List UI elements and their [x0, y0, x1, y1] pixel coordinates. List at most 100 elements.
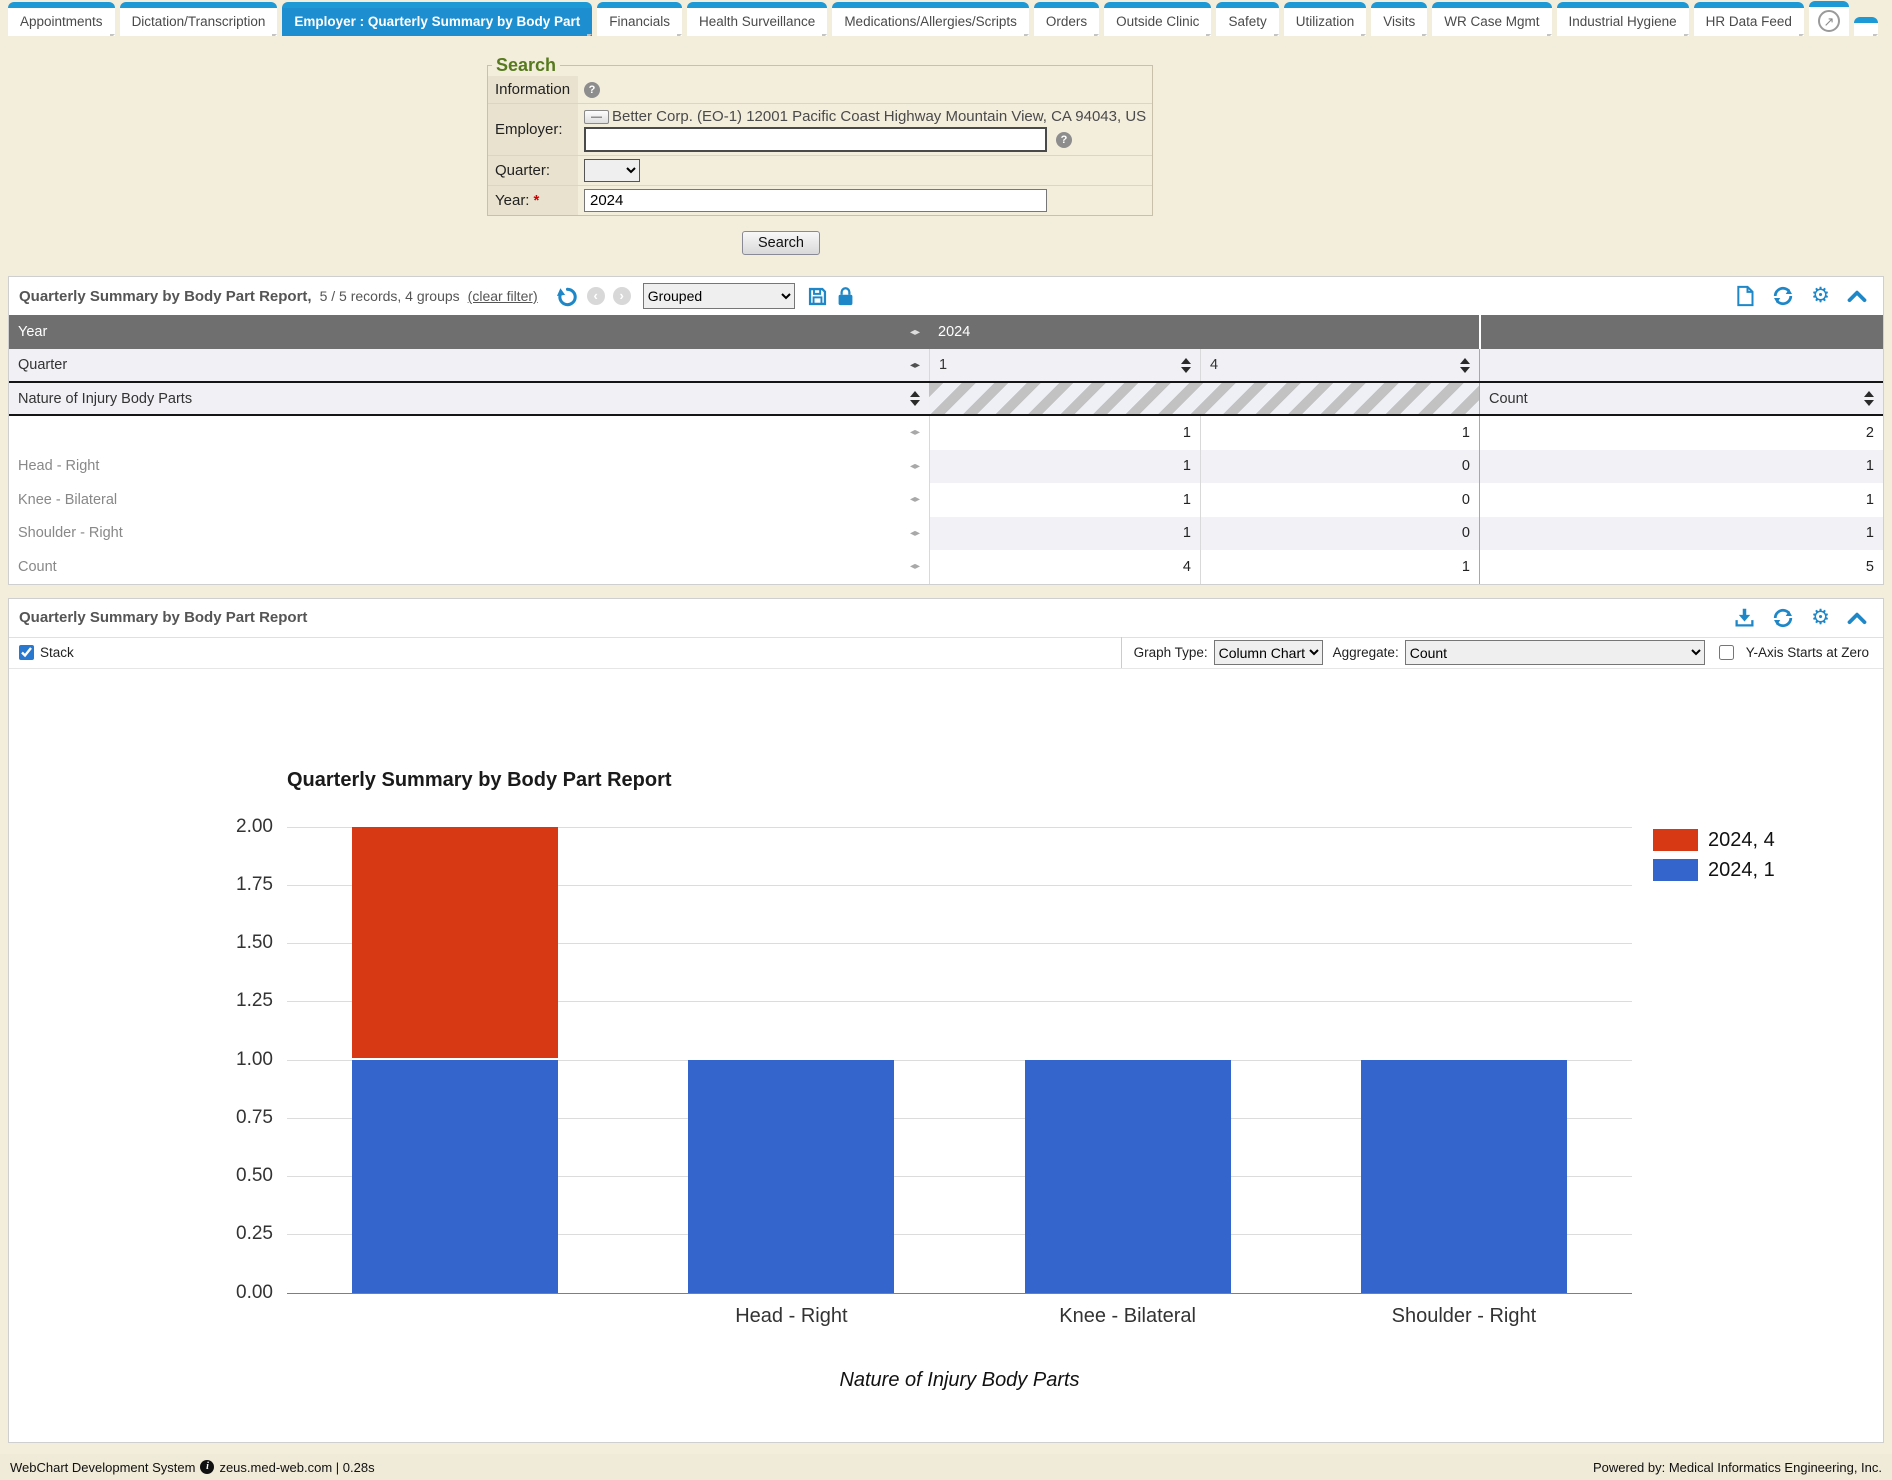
graph-type-select[interactable]: Column Chart — [1214, 640, 1323, 665]
y-tick-label: 1.25 — [197, 990, 273, 1012]
y-tick-label: 0.75 — [197, 1107, 273, 1129]
employer-search-input[interactable] — [584, 127, 1047, 152]
graph-options-group: Graph Type: Column Chart Aggregate: Coun… — [1121, 637, 1873, 668]
bodyparts-header-cell[interactable]: Nature of Injury Body Parts — [9, 383, 929, 414]
cell-quarter-1: 4 — [929, 550, 1200, 584]
move-columns-icon[interactable]: ◂▸ — [910, 561, 920, 572]
tab-bar: AppointmentsDictation/TranscriptionEmplo… — [0, 0, 1892, 36]
aggregate-select[interactable]: Count — [1405, 640, 1705, 665]
new-document-icon[interactable] — [1735, 285, 1755, 307]
settings-gear-icon[interactable]: ⚙ — [1811, 286, 1830, 306]
search-section: Search Information ? Employer: — Better … — [487, 55, 1075, 255]
row-label: Count — [18, 559, 57, 575]
year-value-cell: 2024 — [929, 315, 1479, 349]
quarter-1-header[interactable]: 1 — [929, 349, 1200, 381]
chart-title: Quarterly Summary by Body Part Report — [287, 769, 672, 792]
undo-icon[interactable] — [556, 285, 579, 308]
tab-overflow-button[interactable]: ↗ — [1809, 1, 1849, 36]
settings-gear-icon[interactable]: ⚙ — [1811, 608, 1830, 628]
employer-collapse-button[interactable]: — — [584, 110, 609, 124]
cell-quarter-1: 1 — [929, 450, 1200, 484]
tab-utilization[interactable]: Utilization — [1284, 2, 1367, 36]
refresh-icon[interactable] — [1772, 607, 1794, 629]
cell-quarter-1: 1 — [929, 517, 1200, 551]
move-columns-icon[interactable]: ◂▸ — [910, 528, 920, 539]
bar-segment-2024-1 — [1361, 1060, 1567, 1293]
table-row: Count◂▸415 — [9, 550, 1883, 584]
quarter-header-label: Quarter — [18, 357, 67, 373]
tab-employer-quarterly-summary-by-body-part[interactable]: Employer : Quarterly Summary by Body Par… — [282, 2, 592, 36]
move-columns-icon[interactable]: ◂▸ — [910, 427, 920, 438]
tab-industrial-hygiene[interactable]: Industrial Hygiene — [1557, 2, 1689, 36]
tab-outside-clinic[interactable]: Outside Clinic — [1104, 2, 1211, 36]
graph-type-label: Graph Type: — [1134, 645, 1208, 660]
sort-icon[interactable] — [1460, 358, 1470, 373]
aggregate-label: Aggregate: — [1333, 645, 1399, 660]
grid-bodyparts-row: Nature of Injury Body Parts Count — [9, 383, 1883, 416]
lock-icon[interactable] — [836, 286, 855, 307]
quarter-select[interactable] — [584, 159, 640, 182]
collapse-panel-icon[interactable] — [1847, 611, 1867, 625]
y-tick-label: 1.50 — [197, 932, 273, 954]
information-label: Information — [488, 76, 578, 103]
help-icon[interactable]: ? — [584, 82, 600, 98]
status-bar: WebChart Development System i zeus.med-w… — [0, 1454, 1892, 1480]
year-input[interactable] — [584, 189, 1047, 212]
legend-item[interactable]: 2024, 1 — [1653, 859, 1775, 882]
tab-financials[interactable]: Financials — [597, 2, 682, 36]
sort-icon[interactable] — [1864, 391, 1874, 406]
stack-checkbox[interactable] — [19, 645, 34, 660]
tab-hr-data-feed[interactable]: HR Data Feed — [1694, 2, 1804, 36]
sort-icon[interactable] — [910, 391, 920, 406]
row-label: Head - Right — [18, 458, 99, 474]
tab-wr-case-mgmt[interactable]: WR Case Mgmt — [1432, 2, 1551, 36]
chart-area: Quarterly Summary by Body Part Report 2.… — [9, 669, 1883, 1442]
tab-health-surveillance[interactable]: Health Surveillance — [687, 2, 827, 36]
tab-dictation-transcription[interactable]: Dictation/Transcription — [120, 2, 278, 36]
x-axis-title: Nature of Injury Body Parts — [287, 1369, 1632, 1392]
tab-appointments[interactable]: Appointments — [8, 2, 115, 36]
save-icon[interactable] — [807, 286, 828, 307]
count-header-cell[interactable]: Count — [1479, 383, 1883, 414]
sort-icon[interactable] — [1181, 358, 1191, 373]
footer-powered-by: Powered by: Medical Informatics Engineer… — [1593, 1460, 1882, 1475]
row-label: Shoulder - Right — [18, 525, 123, 541]
external-link-icon[interactable]: ↗ — [1818, 10, 1840, 32]
cell-quarter-4: 0 — [1200, 483, 1479, 517]
tab-clipped[interactable] — [1854, 17, 1878, 36]
quarter-label: Quarter: — [488, 156, 578, 185]
year-header-label: Year — [18, 324, 47, 340]
cell-quarter-1: 1 — [929, 483, 1200, 517]
collapse-panel-icon[interactable] — [1847, 289, 1867, 303]
quarter-4-header[interactable]: 4 — [1200, 349, 1479, 381]
row-label-cell: Count ◂▸ — [9, 550, 929, 584]
download-icon[interactable] — [1734, 607, 1755, 628]
clear-filter-link[interactable]: (clear filter) — [468, 288, 538, 304]
y-tick-label: 0.50 — [197, 1165, 273, 1187]
tab-safety[interactable]: Safety — [1216, 2, 1278, 36]
page-next-icon[interactable]: › — [613, 287, 631, 305]
page-prev-icon[interactable]: ‹ — [587, 287, 605, 305]
info-icon[interactable]: i — [200, 1460, 214, 1474]
chart-panel-title: Quarterly Summary by Body Part Report — [19, 609, 307, 626]
row-label-cell: ◂▸ — [9, 416, 929, 450]
legend-item[interactable]: 2024, 4 — [1653, 829, 1775, 852]
view-mode-select[interactable]: Grouped — [643, 283, 795, 309]
y-axis-zero-checkbox[interactable] — [1719, 645, 1734, 660]
move-columns-icon[interactable]: ◂▸ — [910, 327, 920, 338]
tab-visits[interactable]: Visits — [1371, 2, 1427, 36]
move-columns-icon[interactable]: ◂▸ — [910, 360, 920, 371]
table-row: Shoulder - Right◂▸101 — [9, 517, 1883, 551]
tab-medications-allergies-scripts[interactable]: Medications/Allergies/Scripts — [832, 2, 1029, 36]
search-fieldset: Search Information ? Employer: — Better … — [487, 55, 1153, 216]
legend-swatch — [1653, 829, 1698, 851]
tab-orders[interactable]: Orders — [1034, 2, 1099, 36]
refresh-icon[interactable] — [1772, 285, 1794, 307]
row-label-cell: Head - Right ◂▸ — [9, 450, 929, 484]
move-columns-icon[interactable]: ◂▸ — [910, 494, 920, 505]
employer-help-icon[interactable]: ? — [1056, 132, 1072, 148]
hatched-span-cell — [929, 383, 1479, 414]
search-button[interactable]: Search — [742, 231, 820, 255]
move-columns-icon[interactable]: ◂▸ — [910, 461, 920, 472]
count-header-label: Count — [1489, 391, 1528, 407]
